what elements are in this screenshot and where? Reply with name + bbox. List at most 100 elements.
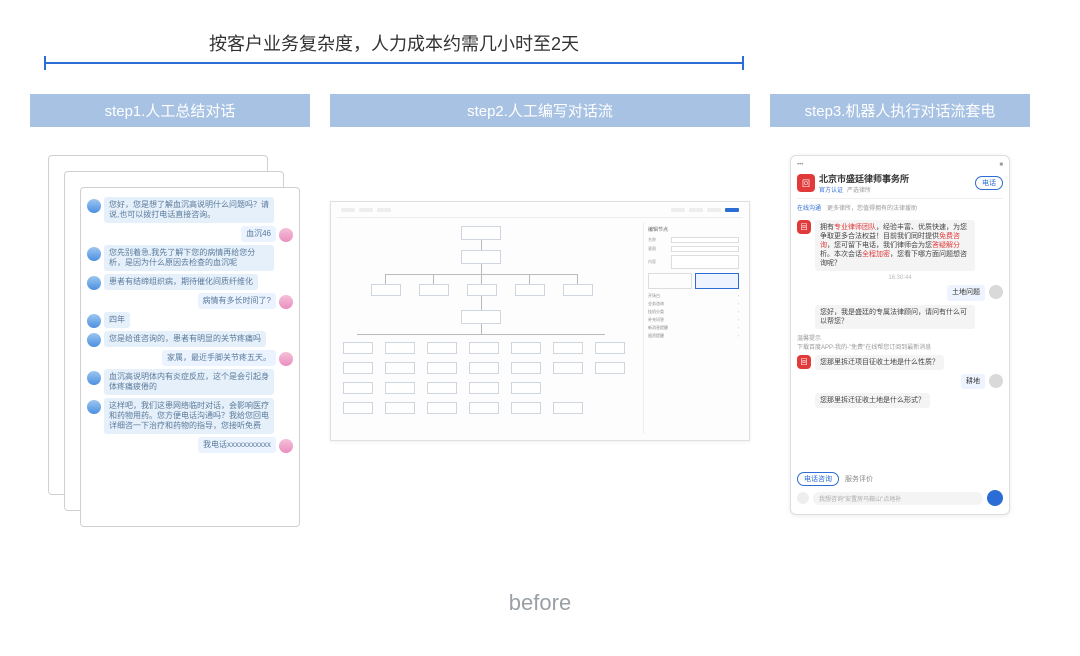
flow-node bbox=[427, 342, 457, 354]
bot-avatar-icon: 回 bbox=[797, 355, 811, 369]
flow-node bbox=[553, 362, 583, 374]
bot-avatar-icon: 回 bbox=[797, 220, 811, 234]
timeline: 按客户业务复杂度，人力成本约需几小时至2天 bbox=[44, 30, 744, 64]
step3-column: step3.机器人执行对话流套电 •••■ 回 北京市盛廷律师事务所 官方认证 … bbox=[770, 94, 1030, 545]
flow-node bbox=[427, 362, 457, 374]
chat-bubble: 您先别着急,我先了解下您的病情再给您分析，是因为什么原因去检查的血沉呢 bbox=[104, 245, 274, 271]
flow-node bbox=[343, 362, 373, 374]
chat-bubble: 四年 bbox=[104, 312, 130, 328]
before-label: before bbox=[509, 590, 571, 616]
send-button[interactable] bbox=[987, 490, 1003, 506]
avatar-icon bbox=[87, 314, 101, 328]
flow-node bbox=[515, 284, 545, 296]
flow-node bbox=[385, 402, 415, 414]
flow-node bbox=[385, 342, 415, 354]
user-message: 耕地 bbox=[961, 374, 985, 389]
chat-bubble: 血沉46 bbox=[241, 226, 276, 242]
phone-body: 回 拥有专业律师团队，经验丰富、优质快速，为您争取更多合法权益！目前我们同时提供… bbox=[797, 216, 1003, 468]
tab-online[interactable]: 在线沟通 bbox=[797, 203, 821, 212]
flow-node bbox=[385, 362, 415, 374]
chat-bubble: 血沉高说明体内有炎症反应，这个是会引起身体疼痛疲倦的 bbox=[104, 369, 274, 395]
flow-node bbox=[385, 382, 415, 394]
flow-node bbox=[419, 284, 449, 296]
user-message: 土地问题 bbox=[947, 285, 985, 300]
avatar-icon bbox=[87, 333, 101, 347]
phone-footer: 电话咨询 服务评价 bbox=[797, 472, 1003, 486]
user-avatar-icon bbox=[989, 285, 1003, 299]
flow-node bbox=[371, 284, 401, 296]
flow-node bbox=[469, 382, 499, 394]
avatar-icon bbox=[87, 247, 101, 261]
avatar-icon bbox=[87, 199, 101, 213]
chat-card-front: 您好，您是想了解血沉高说明什么问题吗？请说,也可以拨打电话直接咨询。 血沉46 … bbox=[80, 187, 300, 527]
flow-node bbox=[427, 402, 457, 414]
flow-node bbox=[511, 342, 541, 354]
flow-node bbox=[461, 250, 501, 264]
step1-header: step1.人工总结对话 bbox=[30, 94, 310, 127]
flow-node bbox=[511, 402, 541, 414]
flow-side-panel: 编辑节点 名称 意图 内容 开场白› 业务咨询› 挂机分类› 补充问答› 新消息… bbox=[643, 222, 743, 434]
avatar-icon bbox=[279, 352, 293, 366]
flow-canvas bbox=[337, 222, 643, 434]
flow-node bbox=[343, 342, 373, 354]
badge-verified: 官方认证 bbox=[819, 185, 843, 194]
chat-stack: 您好，您是想了解血沉高说明什么问题吗？请说,也可以拨打电话直接咨询。 血沉46 … bbox=[48, 155, 310, 545]
flow-side-title: 编辑节点 bbox=[648, 226, 739, 233]
step2-header: step2.人工编写对话流 bbox=[330, 94, 750, 127]
chat-bubble: 您好，您是想了解血沉高说明什么问题吗？请说,也可以拨打电话直接咨询。 bbox=[104, 197, 274, 223]
avatar-icon bbox=[87, 276, 101, 290]
chat-bubble: 患者有结缔组织病，期待催化间质纤维化 bbox=[104, 274, 258, 290]
chat-bubble: 这样吧，我们这患网络临时对话，会影响医疗和药物用药。您方便电话沟通吗？我给您回电… bbox=[104, 398, 274, 434]
step3-header: step3.机器人执行对话流套电 bbox=[770, 94, 1030, 127]
flow-node bbox=[427, 382, 457, 394]
chat-bubble: 您是给谁咨询的，患者有明显的关节疼痛吗 bbox=[104, 331, 266, 347]
badge-selected: 严选律所 bbox=[847, 185, 871, 194]
flow-node bbox=[461, 310, 501, 324]
flow-node bbox=[595, 362, 625, 374]
flow-node bbox=[553, 402, 583, 414]
org-name: 北京市盛廷律师事务所 bbox=[819, 172, 909, 185]
bot-message: 您那里拆迁项目征收土地是什么性质？ bbox=[815, 355, 944, 370]
timeline-label: 按客户业务复杂度，人力成本约需几小时至2天 bbox=[44, 30, 744, 56]
flow-node bbox=[595, 342, 625, 354]
flow-node bbox=[553, 342, 583, 354]
avatar-icon bbox=[87, 400, 101, 414]
bot-message: 拥有专业律师团队，经验丰富、优质快速，为您争取更多合法权益！目前我们同时提供免费… bbox=[815, 220, 975, 271]
avatar-icon bbox=[279, 439, 293, 453]
flow-toolbar bbox=[337, 208, 743, 218]
flow-node bbox=[469, 342, 499, 354]
flow-node bbox=[469, 402, 499, 414]
mic-icon[interactable] bbox=[797, 492, 809, 504]
step2-column: step2.人工编写对话流 bbox=[330, 94, 750, 545]
bot-message: 您好，我是盛廷的专属法律顾问，请问有什么可以帮您？ bbox=[815, 305, 975, 329]
flow-node bbox=[511, 382, 541, 394]
avatar-icon bbox=[279, 295, 293, 309]
chat-bubble: 家属，最近手脚关节疼五天。 bbox=[162, 350, 276, 366]
columns: step1.人工总结对话 您好，您是想了解血沉高说明什么问题吗？请说,也可以拨打… bbox=[30, 94, 1050, 545]
call-pill[interactable]: 电话咨询 bbox=[797, 472, 839, 486]
avatar-icon bbox=[87, 371, 101, 385]
call-button[interactable]: 电话 bbox=[975, 176, 1003, 190]
chat-input[interactable]: 我想咨询"安置房马鞍山"点地补 bbox=[813, 492, 983, 505]
org-logo-icon: 回 bbox=[797, 174, 815, 192]
chat-bubble: 病情有多长时间了? bbox=[198, 293, 276, 309]
step1-column: step1.人工总结对话 您好，您是想了解血沉高说明什么问题吗？请说,也可以拨打… bbox=[30, 94, 310, 545]
phone-header: 回 北京市盛廷律师事务所 官方认证 严选律所 电话 bbox=[797, 172, 1003, 199]
tab-more[interactable]: 更多律所，您值得拥有的法律援助 bbox=[827, 203, 917, 212]
timestamp: 16:30:44 bbox=[797, 275, 1003, 281]
flow-node bbox=[469, 362, 499, 374]
phone-mock: •••■ 回 北京市盛廷律师事务所 官方认证 严选律所 电话 在线沟通 更多律所… bbox=[790, 155, 1010, 515]
flow-node bbox=[467, 284, 497, 296]
flow-editor: 编辑节点 名称 意图 内容 开场白› 业务咨询› 挂机分类› 补充问答› 新消息… bbox=[330, 201, 750, 441]
timeline-line bbox=[44, 62, 744, 64]
flow-node bbox=[563, 284, 593, 296]
bot-message: 您那里拆迁征收土地是什么形式？ bbox=[815, 393, 930, 408]
avatar-icon bbox=[279, 228, 293, 242]
tip-block: 温馨提示 下载百度APP-我的-"免费"在线帮您订阅到最新消息 bbox=[797, 333, 1003, 351]
user-avatar-icon bbox=[989, 374, 1003, 388]
flow-node bbox=[343, 382, 373, 394]
flow-node bbox=[343, 402, 373, 414]
flow-node bbox=[461, 226, 501, 240]
rating-link[interactable]: 服务评价 bbox=[845, 474, 873, 484]
flow-node bbox=[511, 362, 541, 374]
